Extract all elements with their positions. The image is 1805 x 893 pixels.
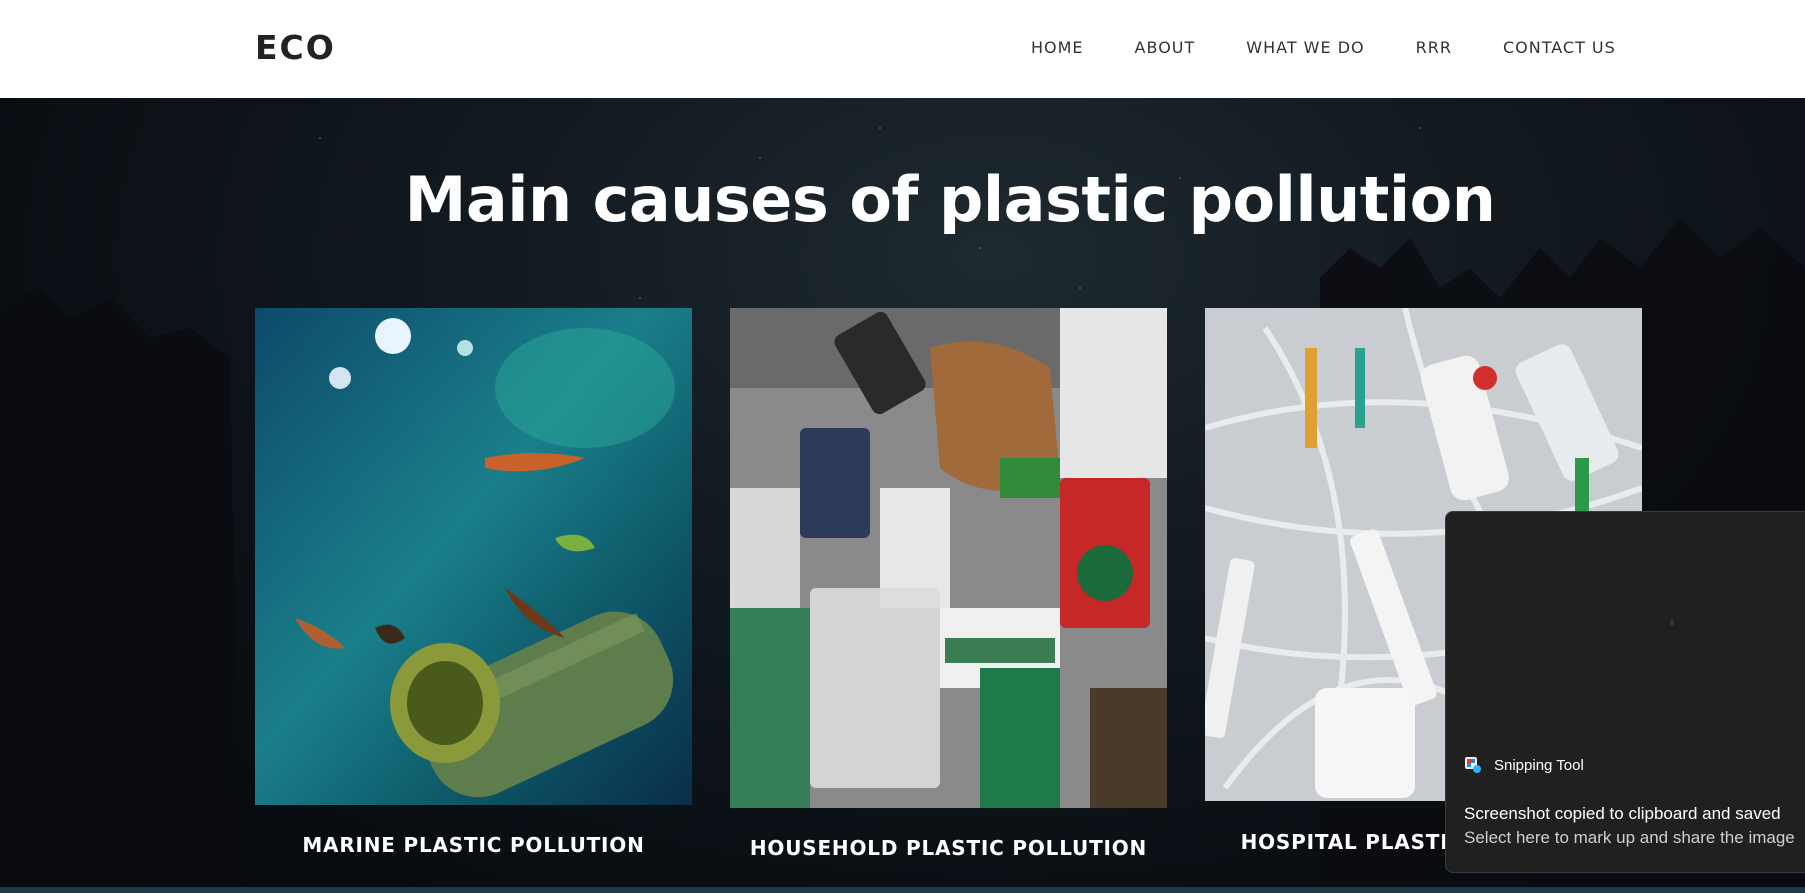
nav-contact-us[interactable]: CONTACT US bbox=[1503, 38, 1616, 57]
marine-card-label[interactable]: MARINE PLASTIC POLLUTION bbox=[255, 833, 692, 857]
household-plastic-image[interactable] bbox=[730, 308, 1167, 808]
preview-placeholder bbox=[1670, 620, 1674, 626]
marine-plastic-image[interactable] bbox=[255, 308, 692, 805]
nav-about[interactable]: ABOUT bbox=[1135, 38, 1196, 57]
nav-home[interactable]: HOME bbox=[1031, 38, 1084, 57]
page-title: Main causes of plastic pollution bbox=[404, 163, 1496, 236]
toast-app-name: Snipping Tool bbox=[1494, 756, 1584, 774]
snipping-tool-icon bbox=[1465, 757, 1481, 773]
main-nav: HOME ABOUT WHAT WE DO RRR CONTACT US bbox=[1031, 38, 1616, 57]
snipping-tool-notification[interactable]: Snipping Tool Screenshot copied to clipb… bbox=[1445, 511, 1805, 873]
site-header: ECO HOME ABOUT WHAT WE DO RRR CONTACT US bbox=[0, 0, 1805, 98]
site-logo[interactable]: ECO bbox=[255, 28, 336, 67]
nav-rrr[interactable]: RRR bbox=[1416, 38, 1452, 57]
toast-body[interactable]: Select here to mark up and share the ima… bbox=[1464, 828, 1795, 848]
toast-title: Screenshot copied to clipboard and saved bbox=[1464, 804, 1781, 823]
bottom-band bbox=[0, 887, 1805, 893]
household-card-label[interactable]: HOUSEHOLD PLASTIC POLLUTION bbox=[730, 836, 1167, 860]
nav-what-we-do[interactable]: WHAT WE DO bbox=[1246, 38, 1364, 57]
toast-app-header: Snipping Tool bbox=[1464, 756, 1584, 774]
